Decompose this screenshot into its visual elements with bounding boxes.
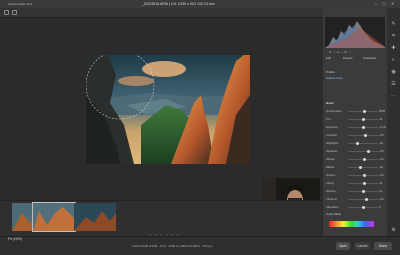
slider-value[interactable]: +20 <box>379 197 384 201</box>
slider-blacks[interactable]: Blacks -18 <box>326 165 384 170</box>
slider-label: Clarity <box>326 181 334 185</box>
slider-track[interactable] <box>348 151 378 152</box>
slider-label: Tint <box>326 117 331 121</box>
slider-handle[interactable] <box>362 117 366 121</box>
slider-handle[interactable] <box>362 189 366 193</box>
slider-whites[interactable]: Whites +12 <box>326 157 384 162</box>
slider-handle[interactable] <box>361 205 365 209</box>
histogram <box>325 17 385 48</box>
slider-handle[interactable] <box>363 109 366 113</box>
zoom-icon[interactable] <box>4 10 9 15</box>
more-icon[interactable]: ⋯ <box>391 94 396 99</box>
color-mixer-hue-bar[interactable] <box>329 221 374 227</box>
slider-value[interactable]: 0 <box>379 205 381 209</box>
tool-column: ✎ ⌗ ✚ ◐ ◉ ☰ ⋯ ⚙ <box>387 8 400 236</box>
hand-icon[interactable] <box>12 10 17 15</box>
slider-label: Contrast <box>326 133 337 137</box>
slider-label: Exposure <box>326 125 338 129</box>
red-eye-icon[interactable]: ◉ <box>391 70 396 75</box>
slider-temperature[interactable]: Temperature 6500 <box>326 109 385 114</box>
slider-handle[interactable] <box>364 197 368 201</box>
slider-tint[interactable]: Tint +8 <box>326 117 384 122</box>
slider-exposure[interactable]: Exposure +0.25 <box>326 125 386 130</box>
app-title: Camera Raw 13.3 <box>8 2 33 6</box>
settings-icon[interactable]: ⚙ <box>391 228 396 233</box>
slider-label: Whites <box>326 157 335 161</box>
profile-label: Profile <box>326 70 335 74</box>
tab-presets[interactable]: Presets <box>343 56 352 60</box>
minimize-icon[interactable]: — <box>374 1 378 6</box>
tab-edit[interactable]: Edit <box>326 56 331 60</box>
open-button[interactable]: Open <box>336 242 350 250</box>
filmstrip <box>0 200 322 236</box>
slider-value[interactable]: 6500 <box>379 109 385 113</box>
slider-value[interactable]: +12 <box>379 157 384 161</box>
slider-label: Vibrance <box>326 197 337 201</box>
filmstrip-thumbnail[interactable] <box>74 203 116 231</box>
workflow-options-link[interactable]: Adobe RGB (1998) - 8 bit - 6000 by 4000 … <box>132 244 212 248</box>
histogram-readout: R: --- G: --- B: --- <box>329 50 352 54</box>
done-button[interactable]: Done <box>374 242 392 250</box>
slider-value[interactable]: +0.25 <box>379 125 386 129</box>
slider-saturation[interactable]: Saturation 0 <box>326 205 384 210</box>
slider-shadows[interactable]: Shadows +35 <box>326 149 384 154</box>
slider-handle[interactable] <box>363 157 367 161</box>
slider-value[interactable]: +5 <box>379 189 382 193</box>
cancel-button[interactable]: Cancel <box>354 242 370 250</box>
slider-value[interactable]: -18 <box>379 165 383 169</box>
slider-label: Blacks <box>326 165 335 169</box>
slider-value[interactable]: +10 <box>379 173 384 177</box>
main-photo[interactable] <box>86 55 250 164</box>
filmstrip-thumbnail-selected[interactable] <box>32 202 76 232</box>
slider-highlights[interactable]: Highlights -45 <box>326 141 384 146</box>
slider-value[interactable]: +8 <box>379 181 382 185</box>
slider-value[interactable]: -45 <box>379 141 383 145</box>
slider-label: Temperature <box>326 109 342 113</box>
filmstrip-pager[interactable]: ○ ○ ○ ○ ○ ○ <box>149 232 180 237</box>
slider-label: Shadows <box>326 149 338 153</box>
profile-dropdown[interactable]: Adobe Color <box>326 76 343 80</box>
slider-vibrance[interactable]: Vibrance +20 <box>326 197 384 202</box>
slider-label: Texture <box>326 173 336 177</box>
slider-handle[interactable] <box>362 125 366 129</box>
slider-handle[interactable] <box>363 173 366 177</box>
healing-icon[interactable]: ✚ <box>391 46 396 51</box>
title-bar: Camera Raw 13.3 _DSC8518.ARW | f/11 1/25… <box>0 0 400 8</box>
edit-icon[interactable]: ✎ <box>391 22 396 27</box>
slider-track[interactable] <box>348 199 378 200</box>
slider-label: Saturation <box>326 205 339 209</box>
slider-track[interactable] <box>348 167 378 168</box>
mountain-landscape-image <box>86 55 250 164</box>
slider-value[interactable]: +8 <box>379 117 382 121</box>
slider-contrast[interactable]: Contrast +15 <box>326 133 384 138</box>
slider-handle[interactable] <box>359 165 363 169</box>
slider-label: Dehaze <box>326 189 336 193</box>
slider-handle[interactable] <box>363 133 367 137</box>
crop-icon[interactable]: ⌗ <box>391 34 396 39</box>
slider-dehaze[interactable]: Dehaze +5 <box>326 189 384 194</box>
mask-icon[interactable]: ◐ <box>391 58 396 63</box>
slider-texture[interactable]: Texture +10 <box>326 173 384 178</box>
document-title: _DSC8518.ARW | f/11 1/250 s ISO 100 24 m… <box>142 1 215 6</box>
slider-handle[interactable] <box>355 141 359 145</box>
maximize-icon[interactable]: ▢ <box>382 1 386 6</box>
edit-panel: R: --- G: --- B: --- Edit Presets Snapsh… <box>323 8 387 236</box>
slider-handle[interactable] <box>362 181 366 185</box>
color-mixer-label[interactable]: Color Mixer <box>326 212 341 216</box>
slider-handle[interactable] <box>366 149 370 153</box>
slider-label: Highlights <box>326 141 339 145</box>
status-bar: Fit (20%) Adobe RGB (1998) - 8 bit - 600… <box>0 236 400 255</box>
slider-value[interactable]: +35 <box>379 149 384 153</box>
close-icon[interactable]: ✕ <box>391 1 394 6</box>
section-title-basic[interactable]: Basic <box>326 101 334 105</box>
zoom-level[interactable]: Fit (20%) <box>8 237 22 241</box>
slider-clarity[interactable]: Clarity +8 <box>326 181 384 186</box>
tab-snapshots[interactable]: Snapshots <box>363 56 376 60</box>
presets-icon[interactable]: ☰ <box>391 82 396 87</box>
slider-track[interactable] <box>348 143 378 144</box>
slider-value[interactable]: +15 <box>379 133 384 137</box>
